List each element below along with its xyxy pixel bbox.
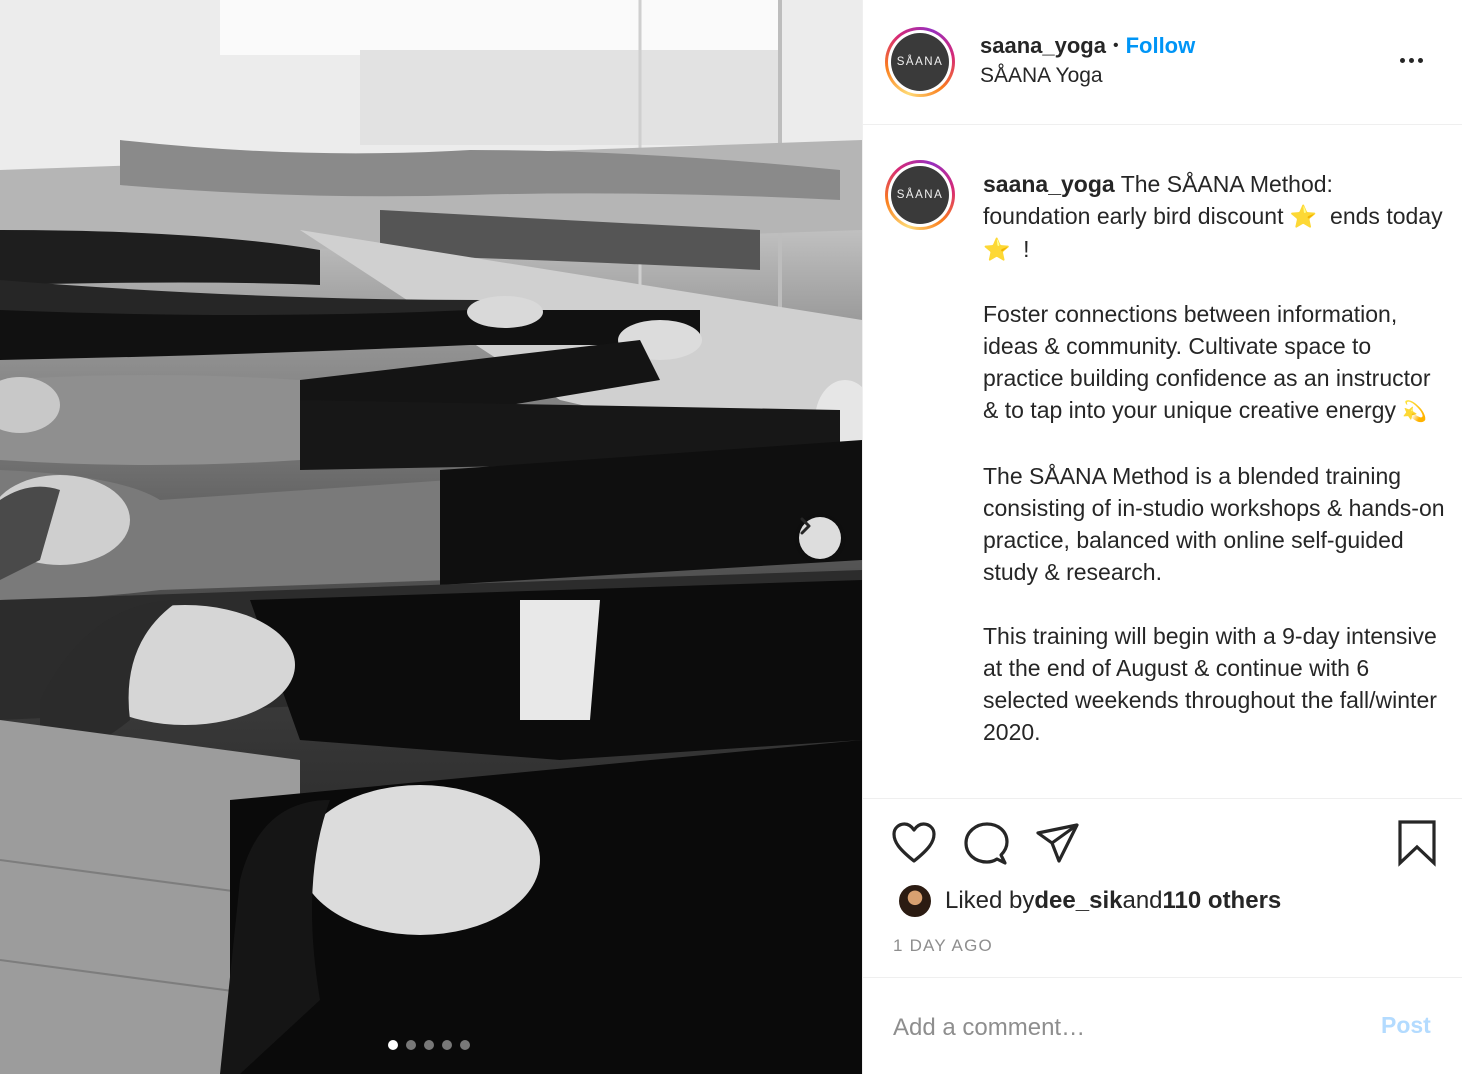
separator-dot: • (1112, 37, 1119, 54)
likes-others-link[interactable]: 110 others (1163, 887, 1282, 915)
post-comment-button[interactable]: Post (1381, 1012, 1431, 1039)
like-button[interactable] (891, 821, 937, 868)
dizzy-emoji-icon: 💫 (1402, 401, 1428, 423)
saana-logo: SÅANA (891, 166, 949, 224)
avatar-inner: SÅANA (888, 163, 952, 227)
caption-avatar[interactable]: SÅANA (885, 160, 955, 230)
next-image-button[interactable] (799, 517, 841, 559)
bookmark-icon (1398, 820, 1436, 867)
yoga-class-photo (0, 0, 862, 1074)
caption-text: saana_yoga The SÅANA Method: foundation e… (983, 168, 1445, 748)
account-full-name: SÅANA Yoga (980, 64, 1103, 87)
save-button[interactable] (1395, 819, 1439, 870)
heart-icon (892, 822, 936, 863)
carousel-dot (406, 1040, 416, 1050)
caption-part: ! Foster connections between information… (983, 236, 1431, 423)
caption-part: The SÅANA Method is a blended training c… (983, 463, 1445, 745)
carousel-dot (460, 1040, 470, 1050)
more-options-icon[interactable] (1391, 45, 1431, 75)
caption-part: ends today (1317, 203, 1449, 229)
follow-button[interactable]: Follow (1126, 33, 1196, 59)
star-emoji-icon: ⭐ (1289, 204, 1318, 229)
dot (1399, 57, 1405, 63)
avatar-inner: SÅANA (888, 30, 952, 94)
post-header: SÅANA saana_yoga • Follow SÅANA Yoga (863, 0, 1462, 125)
liker-username-link[interactable]: dee_sik (1034, 887, 1122, 915)
likes-prefix: Liked by (945, 887, 1035, 914)
dot (1417, 57, 1423, 63)
comment-icon (964, 822, 1009, 865)
header-name-row: saana_yoga • Follow (980, 33, 1195, 59)
avatar[interactable]: SÅANA (885, 27, 955, 97)
carousel-indicator (388, 1040, 470, 1050)
post-image[interactable] (0, 0, 862, 1074)
caption-area[interactable]: SÅANA saana_yoga The SÅANA Method: founda… (863, 126, 1462, 798)
post-timestamp[interactable]: 1 DAY AGO (893, 936, 993, 956)
caption-username-link[interactable]: saana_yoga (983, 171, 1115, 197)
post-side-panel: SÅANA saana_yoga • Follow SÅANA Yoga SÅA… (862, 0, 1462, 1074)
dot (1408, 57, 1414, 63)
star-emoji-icon: ⭐ (983, 237, 1011, 262)
username-link[interactable]: saana_yoga (980, 33, 1106, 59)
share-icon (1036, 823, 1079, 863)
comment-button[interactable] (963, 821, 1009, 870)
carousel-dot (442, 1040, 452, 1050)
comment-input[interactable] (893, 1008, 1363, 1048)
carousel-dot (388, 1040, 398, 1050)
share-button[interactable] (1035, 821, 1081, 868)
carousel-dot (424, 1040, 434, 1050)
liker-avatar[interactable] (897, 883, 933, 919)
likes-middle: and (1122, 887, 1163, 914)
likes-summary[interactable]: Liked by dee_sik and 110 others (897, 883, 1281, 919)
saana-logo: SÅANA (891, 33, 949, 91)
comment-bar: Post (863, 977, 1462, 1074)
chevron-right-icon (800, 517, 811, 535)
